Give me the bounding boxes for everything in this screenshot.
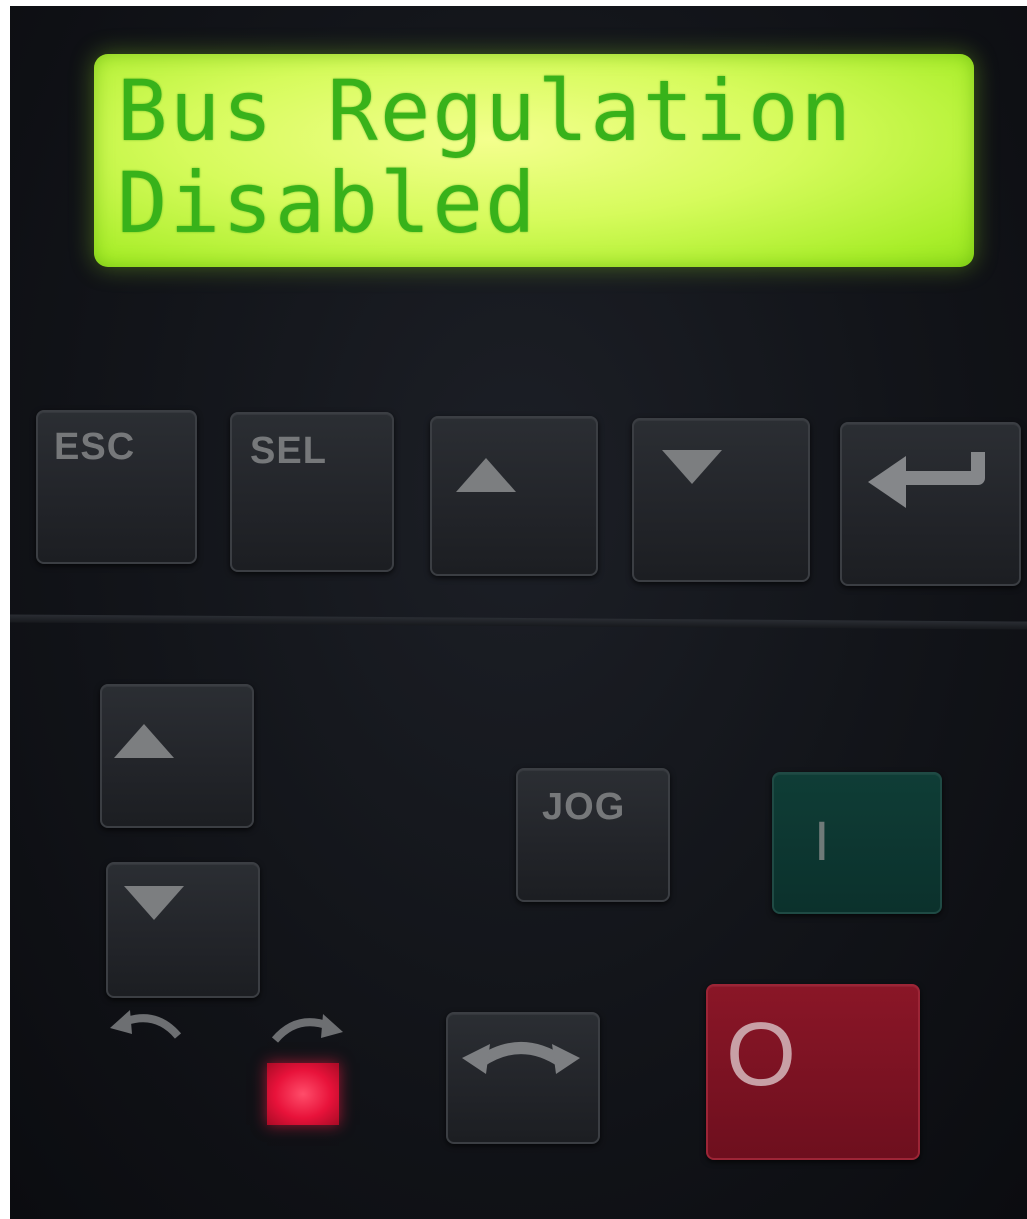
down-triangle-icon (662, 450, 722, 484)
esc-label: ESC (54, 426, 136, 468)
speed-down-button[interactable] (106, 862, 260, 998)
speed-up-button[interactable] (100, 684, 254, 828)
down-triangle-icon (124, 886, 184, 920)
sel-button[interactable]: SEL (230, 412, 394, 572)
lcd-display: Bus Regulation Disabled (94, 54, 974, 267)
jog-label: JOG (542, 786, 626, 828)
esc-button[interactable]: ESC (36, 410, 197, 564)
direction-button[interactable] (446, 1012, 600, 1144)
up-triangle-icon (456, 458, 516, 492)
jog-button[interactable]: JOG (516, 768, 670, 902)
start-button[interactable]: I (772, 772, 942, 914)
enter-arrow-icon (868, 452, 985, 508)
menu-up-button[interactable] (430, 416, 598, 576)
stop-label: O (726, 1005, 798, 1105)
sel-label: SEL (250, 430, 327, 472)
up-triangle-icon (114, 724, 174, 758)
curved-arrow-right-icon (271, 1014, 343, 1043)
enter-button[interactable] (840, 422, 1021, 586)
start-label: I (814, 809, 831, 872)
curved-double-arrow-icon (462, 1042, 580, 1074)
lcd-line-2: Disabled (117, 154, 538, 252)
curved-arrow-left-icon (110, 1010, 182, 1039)
drive-keypad-panel: Bus Regulation Disabled ESC SEL JOG I O (10, 6, 1027, 1219)
forward-indicator-led (267, 1063, 339, 1125)
lcd-line-1: Bus Regulation (117, 62, 854, 160)
menu-down-button[interactable] (632, 418, 810, 582)
panel-divider (10, 614, 1027, 630)
stop-button[interactable]: O (706, 984, 920, 1160)
